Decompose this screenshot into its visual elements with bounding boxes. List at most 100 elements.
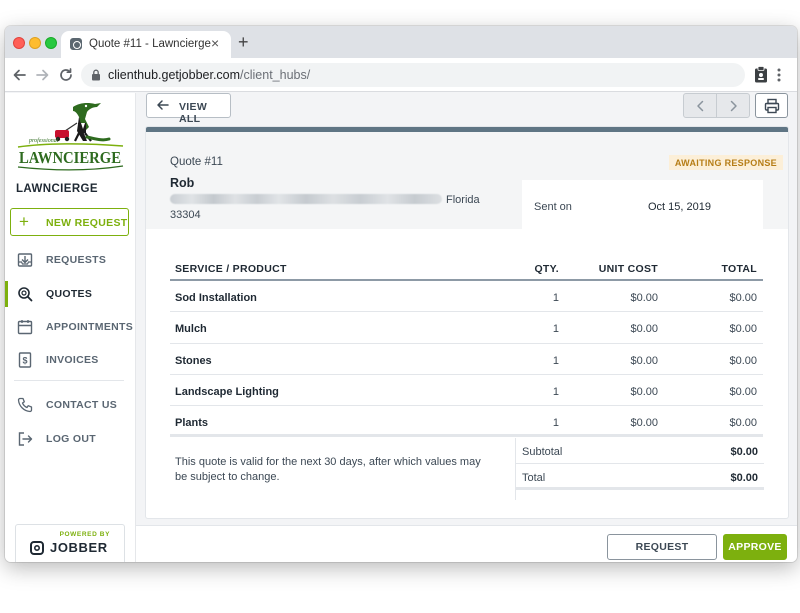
- browser-toolbar: clienthub.getjobber.com/client_hubs/: [5, 58, 797, 92]
- subtotal-row: Subtotal $0.00: [516, 438, 764, 464]
- main-content: VIEW ALL Quote #11 AWAITING RESPONSE Rob…: [136, 93, 797, 562]
- plus-icon: +: [19, 212, 29, 231]
- reload-icon[interactable]: [57, 66, 75, 84]
- tab-bar: Quote #11 - Lawncierge × +: [5, 26, 797, 58]
- view-all-button[interactable]: VIEW ALL: [146, 93, 231, 125]
- table-row: Landscape Lighting 1 $0.00 $0.00: [170, 375, 763, 407]
- item-name: Mulch: [175, 323, 207, 336]
- item-name: Sod Installation: [175, 292, 257, 304]
- maximize-window-button[interactable]: [45, 37, 57, 49]
- back-arrow-icon[interactable]: [11, 66, 29, 84]
- quote-header: Quote #11 AWAITING RESPONSE Rob Florida …: [146, 132, 788, 229]
- download-tray-icon: [17, 253, 33, 267]
- logo-tagline: professional: [28, 137, 59, 144]
- total-label: Total: [522, 472, 546, 484]
- browser-window: Quote #11 - Lawncierge × + clienthub.get…: [5, 26, 797, 562]
- item-name: Stones: [175, 354, 212, 367]
- lawncierge-logo[interactable]: professional LAWNCIERGE: [15, 101, 127, 176]
- approve-button[interactable]: APPROVE: [723, 534, 787, 560]
- forward-arrow-icon[interactable]: [33, 66, 51, 84]
- item-name: Plants: [175, 417, 209, 430]
- item-name: Landscape Lighting: [175, 385, 279, 398]
- tab-close-icon[interactable]: ×: [211, 35, 219, 51]
- line-items-table: SERVICE / PRODUCT QTY. UNIT COST TOTAL S…: [170, 254, 763, 438]
- sidebar-item-quotes[interactable]: QUOTES: [5, 279, 135, 309]
- sidebar-item-label: REQUESTS: [46, 254, 107, 266]
- subtotal-label: Subtotal: [522, 446, 563, 458]
- browser-tab[interactable]: Quote #11 - Lawncierge ×: [61, 31, 231, 58]
- svg-text:$: $: [22, 356, 27, 366]
- item-total: $0.00: [729, 354, 757, 367]
- item-unit-cost: $0.00: [630, 385, 658, 398]
- minimize-window-button[interactable]: [29, 37, 41, 49]
- sidebar-item-label: APPOINTMENTS: [46, 321, 134, 333]
- item-total: $0.00: [729, 323, 757, 336]
- new-tab-button[interactable]: +: [238, 32, 249, 52]
- url-text: clienthub.getjobber.com/client_hubs/: [108, 68, 311, 82]
- close-window-button[interactable]: [13, 37, 25, 49]
- column-header-total: TOTAL: [721, 263, 757, 275]
- sent-on-date: Oct 15, 2019: [648, 201, 711, 213]
- totals-summary: Subtotal $0.00 Total $0.00: [515, 438, 764, 500]
- phone-icon: [17, 397, 33, 413]
- column-header-product: SERVICE / PRODUCT: [175, 263, 287, 275]
- lock-icon: [92, 69, 100, 81]
- item-qty: 1: [552, 292, 559, 304]
- magnifier-icon: [18, 287, 33, 302]
- request-changes-button[interactable]: REQUEST CHANGES: [607, 534, 717, 560]
- sidebar-item-requests[interactable]: REQUESTS: [5, 245, 135, 275]
- table-row: Plants 1 $0.00 $0.00: [170, 406, 763, 438]
- sidebar-item-contact-us[interactable]: CONTACT US: [5, 390, 135, 420]
- jobber-favicon-icon: [70, 38, 82, 50]
- chevron-left-icon: [697, 100, 704, 112]
- item-unit-cost: $0.00: [630, 354, 658, 367]
- previous-quote-button[interactable]: [683, 93, 717, 118]
- item-total: $0.00: [729, 417, 757, 430]
- sidebar-item-invoices[interactable]: $ INVOICES: [5, 345, 135, 375]
- total-value: $0.00: [730, 472, 758, 484]
- quote-pager: [683, 93, 751, 118]
- clipboard-extension-icon[interactable]: [754, 66, 768, 83]
- address-zip: 33304: [170, 209, 201, 221]
- sidebar-item-appointments[interactable]: APPOINTMENTS: [5, 312, 135, 342]
- browser-menu-icon[interactable]: [777, 68, 781, 82]
- view-all-label: VIEW ALL: [179, 101, 208, 125]
- print-button[interactable]: [755, 93, 788, 118]
- redacted-street-address: [170, 194, 442, 204]
- new-request-button[interactable]: + NEW REQUEST: [10, 208, 129, 236]
- arrow-left-icon: [157, 100, 169, 110]
- printer-icon: [764, 98, 780, 114]
- item-total: $0.00: [729, 292, 757, 304]
- sent-on-box: Sent on Oct 15, 2019: [522, 180, 763, 229]
- item-unit-cost: $0.00: [630, 292, 658, 304]
- tab-title: Quote #11 - Lawncierge: [89, 38, 211, 50]
- quote-number: Quote #11: [170, 156, 223, 168]
- item-qty: 1: [552, 323, 559, 336]
- powered-by-jobber[interactable]: POWERED BY JOBBER: [15, 524, 125, 562]
- item-unit-cost: $0.00: [630, 323, 658, 336]
- column-header-unit-cost: UNIT COST: [598, 263, 658, 275]
- quote-card: Quote #11 AWAITING RESPONSE Rob Florida …: [146, 127, 788, 518]
- status-badge: AWAITING RESPONSE: [668, 155, 783, 170]
- new-request-label: NEW REQUEST: [46, 217, 128, 229]
- address-bar[interactable]: clienthub.getjobber.com/client_hubs/: [81, 63, 745, 87]
- item-qty: 1: [552, 417, 559, 430]
- table-row: Stones 1 $0.00 $0.00: [170, 344, 763, 375]
- jobber-wordmark: JOBBER: [50, 540, 108, 555]
- jobber-logo-icon: [30, 541, 44, 555]
- dollar-doc-icon: $: [18, 352, 32, 368]
- table-header: SERVICE / PRODUCT QTY. UNIT COST TOTAL: [170, 254, 763, 281]
- item-qty: 1: [552, 354, 559, 367]
- sidebar-item-label: LOG OUT: [46, 433, 96, 445]
- sidebar-item-log-out[interactable]: LOG OUT: [5, 424, 135, 454]
- company-name: LAWNCIERGE: [16, 183, 98, 195]
- sent-on-label: Sent on: [534, 201, 572, 213]
- table-row: Sod Installation 1 $0.00 $0.00: [170, 281, 763, 313]
- next-quote-button[interactable]: [716, 93, 750, 118]
- item-total: $0.00: [729, 385, 757, 398]
- sidebar-item-label: CONTACT US: [46, 399, 118, 411]
- column-header-qty: QTY.: [534, 263, 559, 275]
- client-address: Florida 33304: [170, 193, 500, 223]
- quote-validity-note: This quote is valid for the next 30 days…: [175, 456, 481, 483]
- sidebar-divider: [14, 380, 124, 381]
